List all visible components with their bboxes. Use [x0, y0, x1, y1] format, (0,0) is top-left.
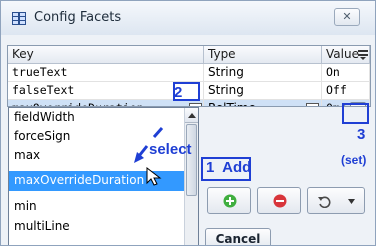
- remove-button[interactable]: [257, 187, 301, 214]
- add-button[interactable]: [207, 187, 251, 214]
- row-type[interactable]: String: [204, 82, 322, 100]
- list-item[interactable]: multiLine: [12, 217, 184, 236]
- dropdown-scrollbar[interactable]: [184, 108, 198, 245]
- chevron-down-icon: [348, 199, 355, 204]
- window-title: Config Facets: [34, 10, 122, 25]
- row-key-editor[interactable]: maxOverrideDuration: [8, 100, 204, 106]
- cancel-label: Cancel: [215, 232, 261, 246]
- annotation-box-set: [342, 103, 369, 124]
- column-header-type[interactable]: Type: [204, 46, 322, 64]
- title-bar: Config Facets ✕: [1, 1, 375, 35]
- annotation-number-2: 2: [174, 84, 183, 101]
- row-value[interactable]: Off: [322, 82, 370, 100]
- annotation-add: 1 Add: [206, 159, 252, 176]
- close-button[interactable]: ✕: [334, 8, 360, 26]
- column-header-value-label: Value: [326, 47, 359, 61]
- type-dropdown-arrow-icon[interactable]: [306, 103, 319, 106]
- scroll-thumb[interactable]: [186, 124, 197, 196]
- annotation-select: select: [149, 141, 192, 158]
- column-chooser-icon[interactable]: [358, 50, 368, 60]
- cancel-button[interactable]: Cancel: [205, 228, 271, 246]
- list-item[interactable]: min: [12, 197, 184, 216]
- undo-icon: [318, 196, 331, 208]
- row-key[interactable]: trueText: [8, 64, 204, 82]
- column-header-key[interactable]: Key: [8, 46, 204, 64]
- config-facets-window: Config Facets ✕ Key Type Value trueText …: [0, 0, 376, 246]
- close-icon: ✕: [342, 10, 352, 23]
- annotation-set: (set): [341, 153, 367, 167]
- annotation-number-3: 3: [357, 126, 366, 143]
- remove-icon: [273, 194, 287, 208]
- row-type-editor[interactable]: RelTime: [204, 100, 322, 106]
- row-value[interactable]: On: [322, 64, 370, 82]
- row-type[interactable]: String: [204, 64, 322, 82]
- add-icon: [223, 194, 237, 208]
- history-dropdown-button[interactable]: [307, 187, 365, 214]
- mouse-pointer-icon: [146, 167, 162, 186]
- grid-app-icon: [12, 12, 26, 25]
- scroll-up-icon[interactable]: [185, 108, 198, 123]
